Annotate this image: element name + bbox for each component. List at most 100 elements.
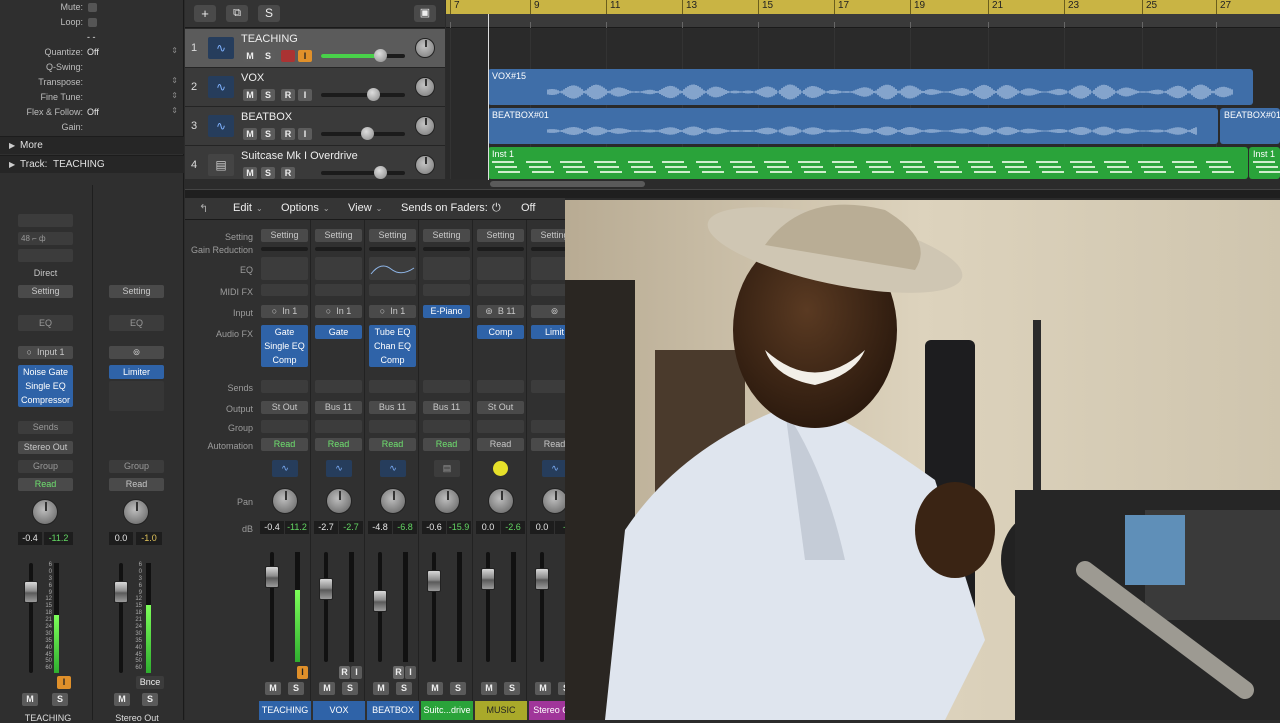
pan-knob[interactable] xyxy=(434,488,460,514)
checkbox[interactable] xyxy=(88,3,97,12)
output-button[interactable]: St Out xyxy=(477,401,524,414)
pan-knob[interactable] xyxy=(32,499,58,525)
audio-fx-stack[interactable]: Gate Single EQ Comp xyxy=(261,325,308,367)
input-monitor-button[interactable]: I xyxy=(298,89,312,101)
keyboard-instrument-icon[interactable]: ▤ xyxy=(208,154,234,176)
region-param-row[interactable]: Transpose: ⇕ xyxy=(0,75,184,90)
more-disclosure[interactable]: ▶ More xyxy=(0,136,184,154)
region-param-row[interactable]: Flex & Follow: Off ⇕ xyxy=(0,105,184,120)
audio-region[interactable]: VOX#15 xyxy=(488,69,1253,105)
input-slot[interactable]: ⊚ B 11 xyxy=(477,305,524,318)
audio-region[interactable]: BEATBOX#01 xyxy=(488,108,1218,144)
pan-knob[interactable] xyxy=(272,488,298,514)
solo-button[interactable]: S xyxy=(261,167,275,179)
pan-knob[interactable] xyxy=(326,488,352,514)
marker-lane[interactable] xyxy=(446,14,1280,28)
bar-ruler[interactable]: 7 9 11 13 15 17 19 21 23 25 27 xyxy=(446,0,1280,14)
mute-button[interactable]: M xyxy=(319,682,335,695)
group-slot[interactable]: Group xyxy=(18,460,73,473)
sends-slot[interactable]: Sends xyxy=(18,421,73,434)
output-button[interactable]: Stereo Out xyxy=(18,441,73,454)
audio-fx-plugin[interactable]: Gate xyxy=(261,325,308,339)
bounce-button[interactable]: Bnce xyxy=(136,676,164,689)
volume-slider[interactable] xyxy=(321,127,405,140)
input-slot[interactable]: ○ In 1 xyxy=(369,305,416,318)
power-icon[interactable]: ⏻ xyxy=(492,202,501,215)
volume-fader[interactable] xyxy=(535,568,549,590)
track-header[interactable]: 3 ∿ BEATBOX M S R I xyxy=(185,107,445,146)
midi-region[interactable]: Inst 1 xyxy=(1249,147,1280,179)
track-header[interactable]: 1 ∿ TEACHING M S I xyxy=(185,29,445,68)
setting-button[interactable]: Setting xyxy=(261,229,308,242)
solo-button[interactable]: S xyxy=(261,89,275,101)
input-monitor-button[interactable]: I xyxy=(297,666,308,679)
record-enable-button[interactable]: R xyxy=(281,167,295,179)
region-param-row[interactable]: Loop: xyxy=(0,15,184,30)
audio-waveform-icon[interactable]: ∿ xyxy=(272,460,298,477)
volume-slider[interactable] xyxy=(321,166,405,179)
midi-fx-slot[interactable] xyxy=(369,284,416,296)
eq-thumbnail[interactable] xyxy=(477,257,524,280)
output-button[interactable]: St Out xyxy=(261,401,308,414)
channel-name-label[interactable]: Suitc...drive xyxy=(421,701,473,720)
volume-slider[interactable] xyxy=(321,88,405,101)
checkbox[interactable] xyxy=(88,18,97,27)
arrange-area[interactable]: VOX#15 BEATBOX#01 BEATBOX#01. Inst 1 Inst 1 xyxy=(446,29,1280,179)
automation-mode[interactable]: Read xyxy=(477,438,524,451)
eq-thumbnail[interactable] xyxy=(423,257,470,280)
solo-button[interactable]: S xyxy=(342,682,358,695)
sends-slot[interactable] xyxy=(369,380,416,393)
input-slot[interactable]: ○ Input 1 xyxy=(18,346,73,359)
channel-name-label[interactable]: VOX xyxy=(313,701,365,720)
volume-fader[interactable] xyxy=(114,581,128,603)
midi-fx-slot[interactable] xyxy=(315,284,362,296)
fx-noise-gate[interactable]: Noise Gate xyxy=(18,365,73,379)
output-button[interactable]: Bus 11 xyxy=(423,401,470,414)
fx-single-eq[interactable]: Single EQ xyxy=(18,379,73,393)
group-slot[interactable] xyxy=(369,420,416,433)
pane-divider[interactable] xyxy=(185,189,1280,198)
setting-button[interactable]: Setting xyxy=(477,229,524,242)
volume-fader[interactable] xyxy=(24,581,38,603)
mute-button[interactable]: M xyxy=(243,167,257,179)
mute-button[interactable]: M xyxy=(481,682,497,695)
input-slot[interactable]: ○ In 1 xyxy=(261,305,308,318)
global-s-button[interactable]: S xyxy=(258,5,280,22)
sends-slot[interactable] xyxy=(477,380,524,393)
audio-fx-stack[interactable]: Limiter xyxy=(109,365,164,379)
aux-bus-icon[interactable] xyxy=(493,461,508,476)
mute-button[interactable]: M xyxy=(427,682,443,695)
link-icon[interactable]: ⊚ xyxy=(109,346,164,359)
volume-fader[interactable] xyxy=(265,566,279,588)
audio-fx-stack[interactable]: Tube EQ Chan EQ Comp xyxy=(369,325,416,367)
audio-fx-stack[interactable]: Gate xyxy=(315,325,362,339)
keyboard-instrument-icon[interactable]: ▤ xyxy=(434,460,460,477)
duplicate-track-button[interactable]: ⧉ xyxy=(226,5,248,22)
audio-region[interactable]: BEATBOX#01. xyxy=(1220,108,1280,144)
setting-button[interactable]: Setting xyxy=(109,285,164,298)
fx-limiter[interactable]: Limiter xyxy=(109,365,164,379)
group-slot[interactable] xyxy=(315,420,362,433)
playhead[interactable] xyxy=(488,14,489,180)
region-param-row[interactable]: Q-Swing: xyxy=(0,60,184,75)
track-name[interactable]: TEACHING xyxy=(241,33,298,45)
pan-knob[interactable] xyxy=(123,499,149,525)
pan-knob[interactable] xyxy=(415,116,435,136)
audio-fx-stack[interactable]: Noise Gate Single EQ Compressor xyxy=(18,365,73,407)
audio-fx-plugin[interactable]: Comp xyxy=(261,353,308,367)
setting-button[interactable]: Setting xyxy=(18,285,73,298)
sends-slot[interactable] xyxy=(423,380,470,393)
track-disclosure[interactable]: ▶ Track: TEACHING xyxy=(0,155,184,173)
back-arrow-icon[interactable]: ↰ xyxy=(199,202,208,215)
record-enable-button[interactable]: R xyxy=(281,89,295,101)
solo-button[interactable]: S xyxy=(504,682,520,695)
input-slot[interactable]: E-Piano xyxy=(423,305,470,318)
view-toggle-button[interactable]: ▣ xyxy=(414,5,436,22)
record-enable-button[interactable] xyxy=(281,50,295,62)
mute-button[interactable]: M xyxy=(243,50,257,62)
sends-on-faders-value[interactable]: Off xyxy=(521,202,535,214)
setting-button[interactable]: Setting xyxy=(423,229,470,242)
mute-button[interactable]: M xyxy=(535,682,551,695)
edit-menu[interactable]: Edit ⌄ xyxy=(233,202,263,214)
region-param-value[interactable]: - - xyxy=(87,32,96,42)
